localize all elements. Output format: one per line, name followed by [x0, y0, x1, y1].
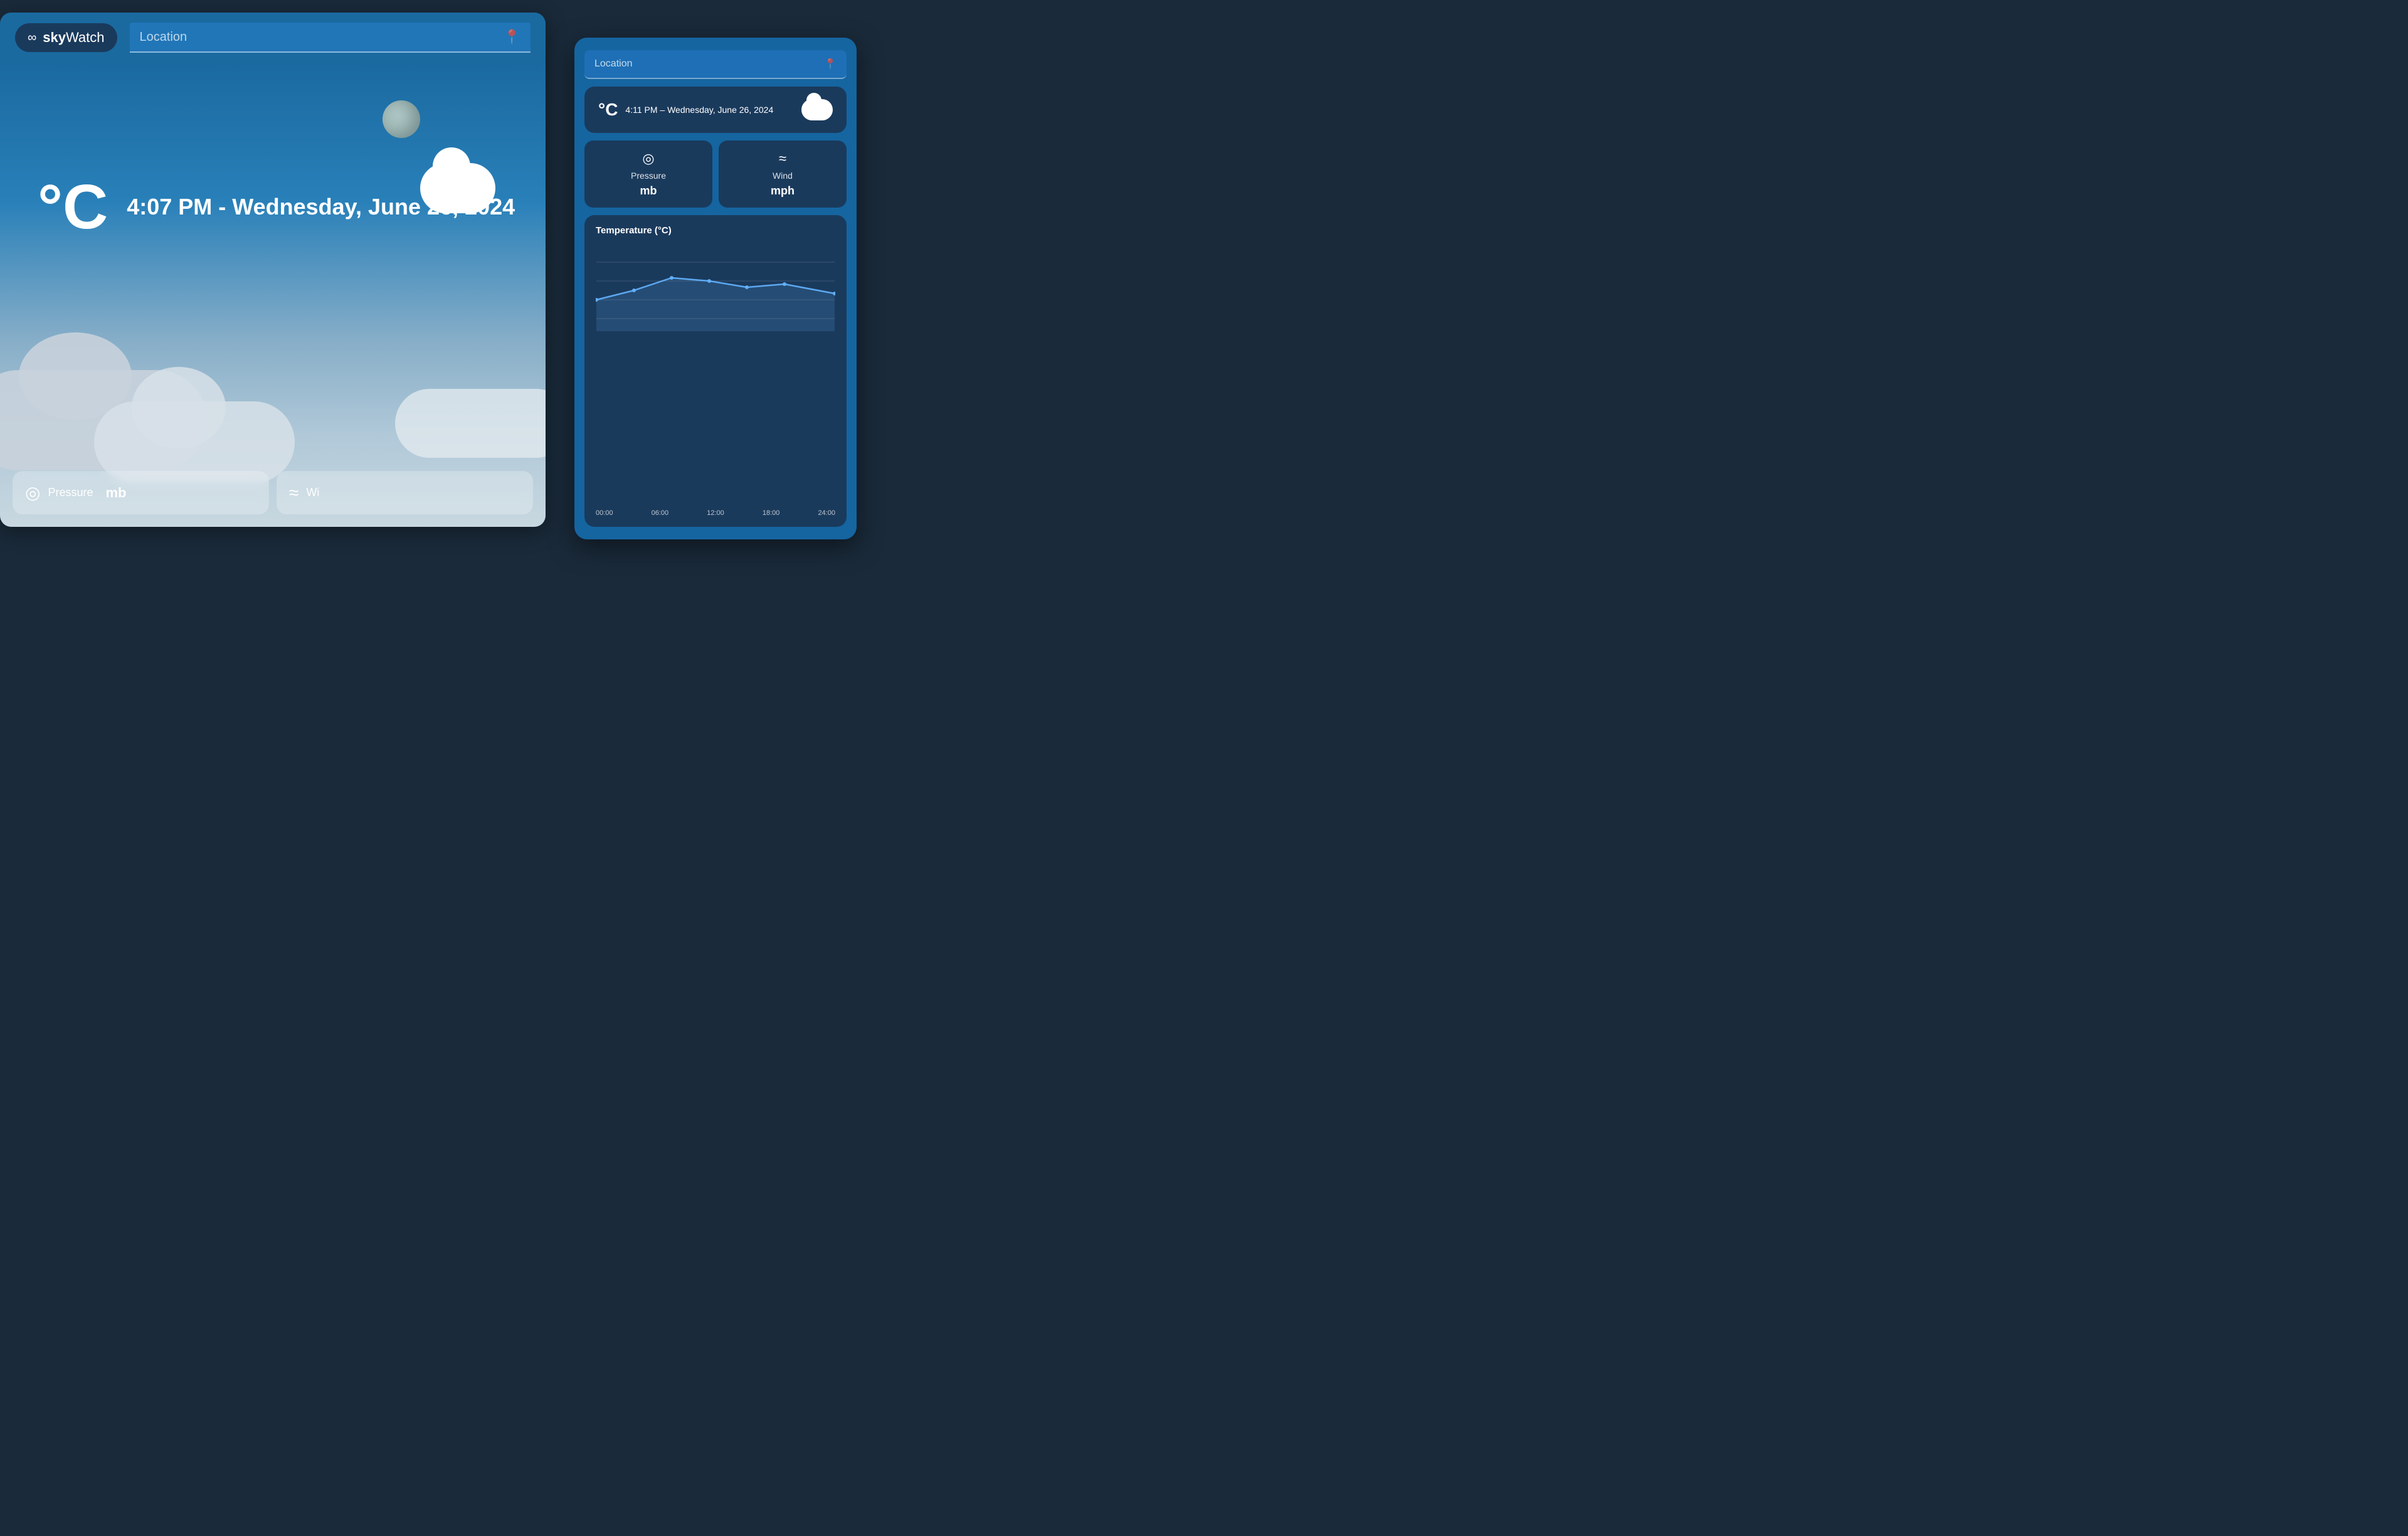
location-placeholder-fg: Location [594, 58, 633, 70]
weather-cloud-icon-large [420, 163, 495, 213]
current-weather-card: °C 4:11 PM – Wednesday, June 26, 2024 [584, 87, 847, 133]
chart-x-label-2: 12:00 [707, 509, 724, 517]
moon-icon [383, 100, 420, 138]
chart-svg [596, 243, 835, 331]
location-pin-icon-fg: 📍 [824, 58, 837, 70]
wind-icon-bg: ≈ [289, 483, 298, 503]
temp-unit-fg: °C [598, 100, 618, 120]
chart-title: Temperature (°C) [596, 225, 835, 236]
temperature-unit-large: °C [38, 176, 108, 238]
clouds-decorative [0, 320, 546, 483]
datetime-fg: 4:11 PM – Wednesday, June 26, 2024 [625, 103, 794, 117]
foreground-app-window: Location 📍 °C 4:11 PM – Wednesday, June … [574, 38, 857, 539]
chart-x-label-0: 00:00 [596, 509, 613, 517]
wind-label-bg: Wi [306, 486, 319, 499]
sky-background: °C 4:07 PM - Wednesday, June 26, 2024 ◎ … [0, 63, 546, 527]
pressure-icon-fg: ◎ [642, 151, 654, 167]
pressure-card-bg: ◎ Pressure mb [13, 471, 269, 514]
bottom-metrics-bar: ◎ Pressure mb ≈ Wi [0, 471, 546, 514]
chart-x-label-1: 06:00 [652, 509, 669, 517]
pressure-value-fg: mb [640, 184, 657, 198]
pressure-label-bg: Pressure [48, 486, 93, 499]
wind-tile-fg: ≈ Wind mph [719, 140, 847, 208]
wind-card-bg: ≈ Wi [277, 471, 533, 514]
pressure-value-bg: mb [105, 485, 126, 501]
wind-icon-fg: ≈ [779, 151, 786, 167]
pressure-tile-fg: ◎ Pressure mb [584, 140, 712, 208]
metrics-row-fg: ◎ Pressure mb ≈ Wind mph [584, 140, 847, 208]
temperature-chart-card: Temperature (°C) [584, 215, 847, 527]
logo-icon: ∞ [28, 31, 36, 45]
location-placeholder-bg: Location [140, 30, 187, 45]
chart-x-labels: 00:00 06:00 12:00 18:00 24:00 [596, 509, 835, 517]
wind-label-fg: Wind [773, 171, 793, 181]
pressure-label-fg: Pressure [631, 171, 666, 181]
chart-x-label-4: 24:00 [818, 509, 835, 517]
chart-area [596, 243, 835, 504]
chart-x-label-3: 18:00 [763, 509, 780, 517]
location-pin-icon-bg: 📍 [504, 29, 520, 45]
bg-header: ∞ skyWatch Location 📍 [0, 13, 546, 63]
location-bar-fg[interactable]: Location 📍 [584, 50, 847, 79]
location-input-bg[interactable]: Location 📍 [130, 23, 531, 53]
background-app-window: ∞ skyWatch Location 📍 °C 4:07 PM - Wedne… [0, 13, 546, 527]
logo: ∞ skyWatch [15, 23, 117, 52]
logo-text: skyWatch [43, 29, 104, 46]
wind-value-fg: mph [771, 184, 795, 198]
cloud-icon-fg [801, 99, 833, 120]
pressure-icon-bg: ◎ [25, 482, 40, 503]
